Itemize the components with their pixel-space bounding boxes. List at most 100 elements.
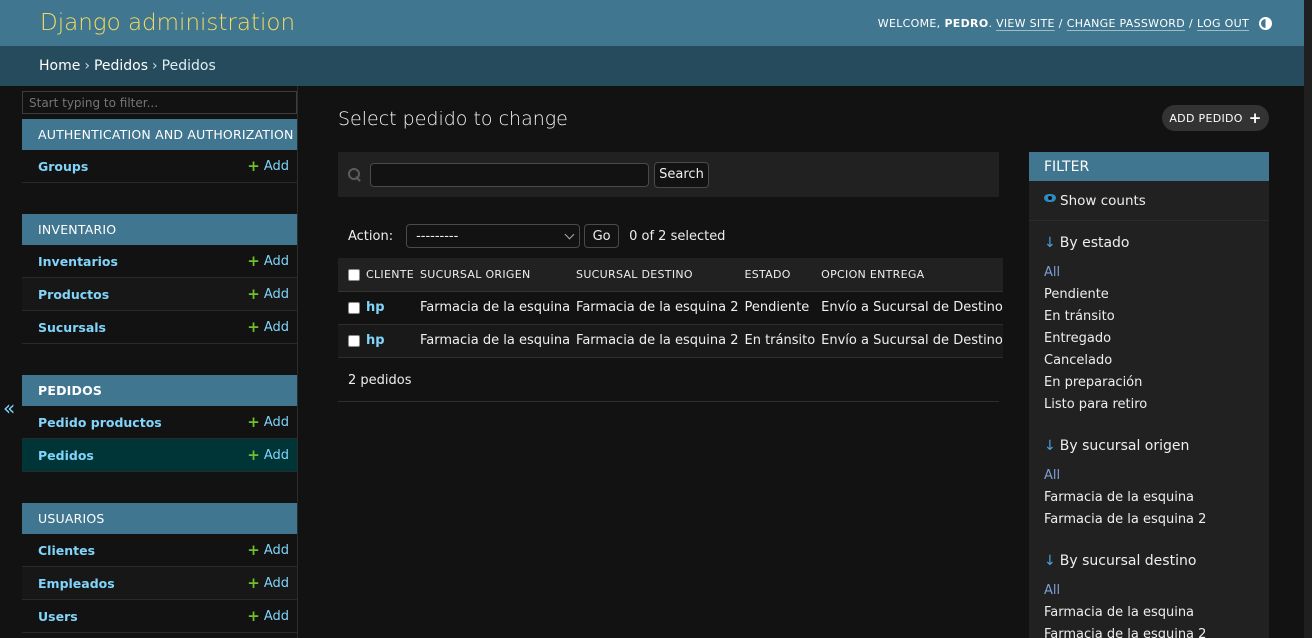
column-header-sucursal-destino[interactable]: Sucursal destino — [570, 258, 739, 292]
model-link[interactable]: Sucursals — [38, 320, 106, 335]
chevron-down-icon — [564, 229, 575, 239]
sidebar-item-pedidos: Pedidos + Add — [22, 439, 297, 472]
module-caption[interactable]: Authentication and Authorization — [22, 119, 297, 150]
model-link[interactable]: Inventarios — [38, 254, 118, 269]
theme-toggle-icon[interactable] — [1259, 16, 1272, 30]
module-caption[interactable]: Usuarios — [22, 503, 297, 534]
cliente-link[interactable]: hp — [366, 300, 385, 315]
sidebar-item-pedido-productos: Pedido productos + Add — [22, 406, 297, 439]
sidebar-item-empleados: Empleados + Add — [22, 567, 297, 600]
breadcrumb-home[interactable]: Home — [39, 58, 80, 74]
filter-option[interactable]: En preparación — [1044, 375, 1142, 390]
row-checkbox[interactable] — [348, 301, 360, 314]
breadcrumb: Home › Pedidos › Pedidos — [0, 46, 1312, 86]
log-out-link[interactable]: Log out — [1197, 17, 1249, 30]
model-link[interactable]: Pedido productos — [38, 415, 162, 430]
module-auth: Authentication and Authorization Groups … — [22, 119, 297, 183]
add-button[interactable]: + Add — [247, 445, 289, 464]
filter-option-all[interactable]: All — [1044, 265, 1060, 280]
filter-option-all[interactable]: All — [1044, 468, 1060, 483]
filter-option[interactable]: Entregado — [1044, 331, 1111, 346]
add-button[interactable]: + Add — [247, 412, 289, 431]
view-site-link[interactable]: View site — [996, 17, 1055, 30]
model-link[interactable]: Users — [38, 609, 78, 624]
add-button[interactable]: + Add — [247, 575, 289, 591]
cell-estado: En tránsito — [738, 324, 816, 358]
filter-option[interactable]: Listo para retiro — [1044, 397, 1147, 412]
module-caption[interactable]: Pedidos — [22, 375, 297, 406]
add-button[interactable]: + Add — [247, 284, 289, 303]
row-checkbox[interactable] — [348, 334, 360, 347]
search-button[interactable]: Search — [654, 161, 709, 188]
plus-icon: + — [247, 284, 260, 303]
plus-icon: + — [247, 445, 260, 464]
site-brand[interactable]: Django administration — [40, 10, 295, 36]
select-all-checkbox[interactable] — [348, 268, 360, 281]
add-pedido-button[interactable]: Add pedido + — [1162, 105, 1269, 131]
add-button[interactable]: + Add — [247, 606, 289, 625]
cell-opcion-entrega: Envío a Sucursal de Destino — [815, 291, 1003, 325]
model-link[interactable]: Clientes — [38, 543, 95, 558]
model-link[interactable]: Pedidos — [38, 448, 94, 463]
sidebar-item-clientes: Clientes + Add — [22, 534, 297, 567]
column-header-cliente[interactable]: Cliente — [360, 258, 415, 292]
filter-heading-estado[interactable]: ↓ By estado — [1044, 235, 1130, 251]
nav-filter-input[interactable] — [22, 91, 297, 114]
column-header-opcion-entrega[interactable]: Opcion entrega — [815, 258, 1003, 292]
module-caption[interactable]: Inventario — [22, 214, 297, 245]
cell-sucursal-destino: Farmacia de la esquina 2 — [570, 291, 739, 325]
action-select[interactable]: --------- — [406, 224, 581, 248]
sidebar-item-groups: Groups + Add — [22, 150, 297, 183]
table-row: hp Farmacia de la esquina Farmacia de la… — [338, 291, 1003, 325]
sidebar-item-sucursals: Sucursals + Add — [22, 311, 297, 344]
plus-icon: + — [247, 540, 260, 559]
search-icon — [348, 168, 361, 181]
model-link[interactable]: Groups — [38, 159, 88, 174]
plus-icon: + — [1248, 108, 1262, 127]
go-button[interactable]: Go — [584, 224, 620, 248]
select-all-cell — [338, 258, 360, 292]
filter-heading-sucursal-destino[interactable]: ↓ By sucursal destino — [1044, 553, 1196, 569]
add-button[interactable]: + Add — [247, 158, 289, 174]
plus-icon: + — [247, 412, 260, 431]
user-tools: Welcome, pedro . View site / Change pass… — [877, 16, 1272, 30]
page-title: Select pedido to change — [338, 108, 568, 130]
plus-icon: + — [247, 606, 260, 625]
search-toolbar: Search — [338, 152, 999, 197]
filter-option[interactable]: Pendiente — [1044, 287, 1109, 302]
filter-option[interactable]: Farmacia de la esquina 2 — [1044, 627, 1206, 638]
breadcrumb-app[interactable]: Pedidos — [94, 58, 148, 74]
filter-option-all[interactable]: All — [1044, 583, 1060, 598]
change-password-link[interactable]: Change password — [1067, 17, 1185, 30]
add-button[interactable]: + Add — [247, 319, 289, 335]
nav-sidebar: Authentication and Authorization Groups … — [22, 86, 298, 638]
separator: / — [1189, 16, 1194, 30]
welcome-text: Welcome, — [877, 16, 941, 30]
cliente-link[interactable]: hp — [366, 333, 385, 348]
filter-option[interactable]: Farmacia de la esquina — [1044, 490, 1194, 505]
add-button[interactable]: + Add — [247, 540, 289, 559]
filter-option[interactable]: Farmacia de la esquina — [1044, 605, 1194, 620]
sidebar-item-productos: Productos + Add — [22, 278, 297, 311]
column-header-estado[interactable]: Estado — [738, 258, 816, 292]
search-input[interactable] — [370, 162, 649, 187]
model-link[interactable]: Productos — [38, 287, 109, 302]
plus-icon: + — [247, 251, 260, 270]
results-table: Cliente Sucursal origen Sucursal destino… — [338, 258, 1003, 358]
arrow-down-icon: ↓ — [1044, 553, 1056, 569]
separator: / — [1058, 16, 1063, 30]
filter-option[interactable]: En tránsito — [1044, 309, 1115, 324]
filter-option[interactable]: Farmacia de la esquina 2 — [1044, 512, 1206, 527]
column-header-sucursal-origen[interactable]: Sucursal origen — [414, 258, 571, 292]
model-link[interactable]: Empleados — [38, 576, 115, 591]
show-counts-link[interactable]: Show counts — [1029, 181, 1269, 221]
page-scrollbar[interactable] — [1304, 0, 1312, 638]
arrow-down-icon: ↓ — [1044, 235, 1056, 251]
collapse-sidebar-icon[interactable]: « — [3, 396, 15, 420]
cell-opcion-entrega: Envío a Sucursal de Destino — [815, 324, 1003, 358]
module-inventario: Inventario Inventarios + Add Productos + A… — [22, 214, 297, 344]
filter-heading-sucursal-origen[interactable]: ↓ By sucursal origen — [1044, 438, 1189, 454]
filter-option[interactable]: Cancelado — [1044, 353, 1112, 368]
add-button[interactable]: + Add — [247, 251, 289, 270]
paginator: 2 pedidos — [338, 360, 999, 402]
